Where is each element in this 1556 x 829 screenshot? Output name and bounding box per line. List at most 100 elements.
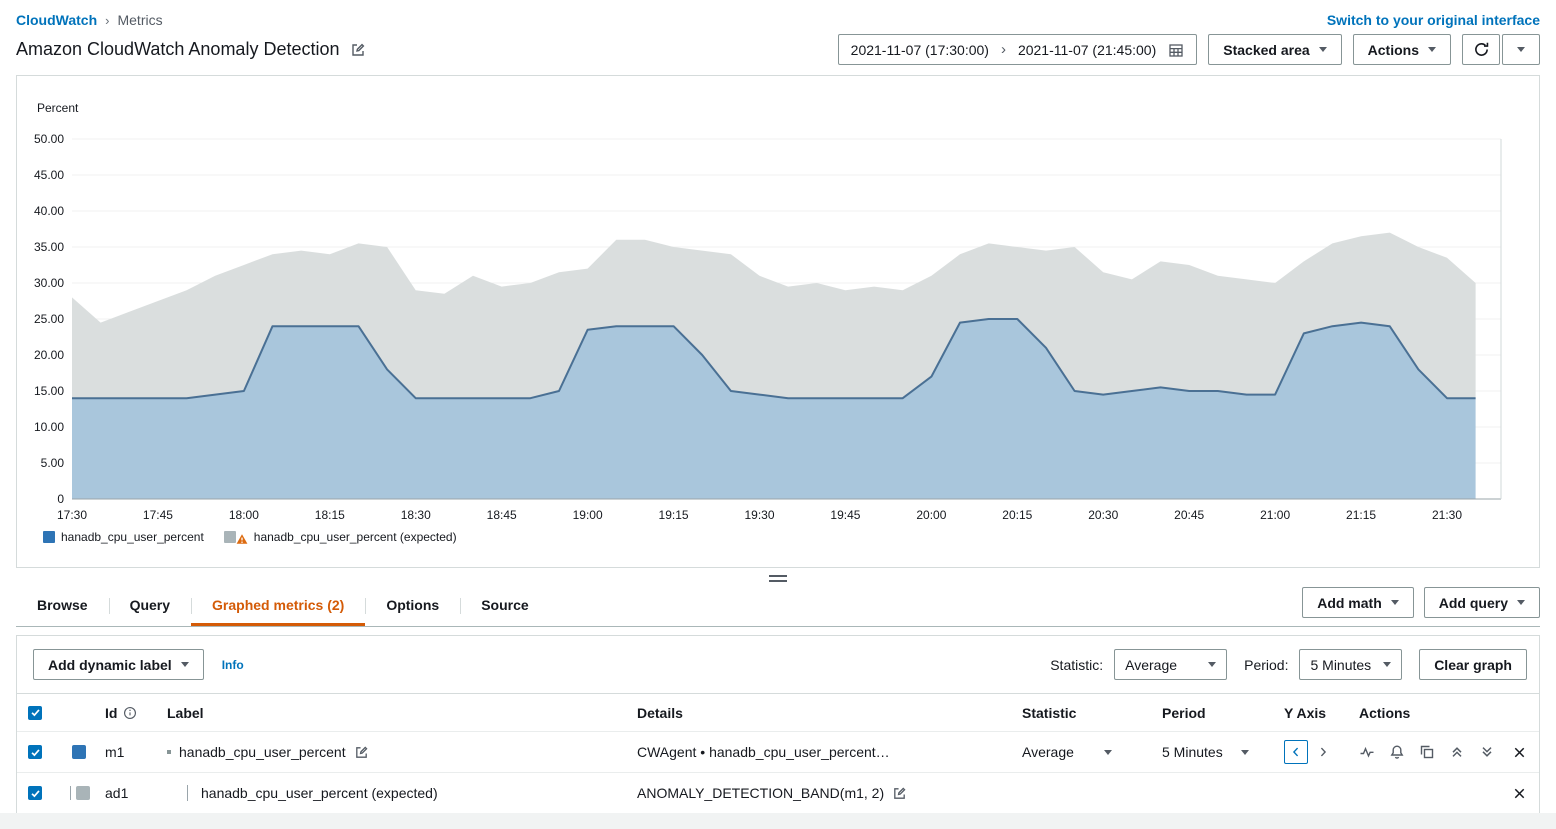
duplicate-icon[interactable] bbox=[1419, 744, 1435, 760]
legend-swatch-actual bbox=[43, 531, 55, 543]
date-range-chevron-icon: › bbox=[1001, 41, 1006, 58]
add-query-dropdown[interactable]: Add query bbox=[1424, 587, 1540, 618]
date-start: 2021-11-07 (17:30:00) bbox=[851, 42, 989, 58]
tab-graphed-metrics[interactable]: Graphed metrics (2) bbox=[191, 585, 365, 626]
add-dynamic-label-text: Add dynamic label bbox=[48, 657, 172, 673]
edit-label-icon[interactable] bbox=[354, 745, 369, 760]
refresh-button[interactable] bbox=[1462, 34, 1500, 65]
svg-text:17:45: 17:45 bbox=[143, 508, 173, 522]
header-details: Details bbox=[637, 705, 1022, 721]
chart-type-dropdown[interactable]: Stacked area bbox=[1208, 34, 1341, 65]
add-math-label: Add math bbox=[1317, 595, 1382, 611]
sparkline-icon[interactable] bbox=[1359, 744, 1375, 760]
svg-text:18:00: 18:00 bbox=[229, 508, 259, 522]
date-range-picker[interactable]: 2021-11-07 (17:30:00) › 2021-11-07 (21:4… bbox=[838, 34, 1198, 65]
chevron-down-icon bbox=[1517, 47, 1525, 52]
svg-text:19:30: 19:30 bbox=[744, 508, 774, 522]
tab-browse[interactable]: Browse bbox=[16, 585, 109, 626]
remove-metric-icon[interactable] bbox=[1512, 786, 1527, 801]
chevron-down-icon bbox=[1104, 750, 1112, 755]
info-link[interactable]: Info bbox=[222, 658, 244, 672]
svg-text:18:45: 18:45 bbox=[487, 508, 517, 522]
svg-text:45.00: 45.00 bbox=[34, 168, 64, 182]
metric-color-swatch[interactable] bbox=[76, 786, 90, 800]
svg-text:Percent: Percent bbox=[37, 101, 79, 115]
row-m1-id: m1 bbox=[105, 744, 167, 760]
row-m1-checkbox[interactable] bbox=[28, 745, 42, 759]
move-up-icon[interactable] bbox=[1449, 744, 1465, 760]
tree-connector bbox=[187, 785, 196, 801]
svg-text:20:30: 20:30 bbox=[1088, 508, 1118, 522]
svg-text:50.00: 50.00 bbox=[34, 132, 64, 146]
tree-root-marker bbox=[167, 750, 171, 754]
svg-text:20.00: 20.00 bbox=[34, 348, 64, 362]
edit-expression-icon[interactable] bbox=[892, 786, 907, 801]
switch-interface-link[interactable]: Switch to your original interface bbox=[1327, 12, 1540, 28]
table-row-ad1: ad1 hanadb_cpu_user_percent (expected) A… bbox=[17, 772, 1539, 813]
edit-title-icon[interactable] bbox=[350, 42, 366, 58]
header-period: Period bbox=[1162, 705, 1284, 721]
chevron-down-icon bbox=[1383, 662, 1391, 667]
page-title: Amazon CloudWatch Anomaly Detection bbox=[16, 39, 340, 60]
tab-query[interactable]: Query bbox=[109, 585, 191, 626]
resize-handle[interactable] bbox=[0, 568, 1556, 585]
breadcrumb-cloudwatch-link[interactable]: CloudWatch bbox=[16, 12, 97, 28]
svg-text:19:15: 19:15 bbox=[659, 508, 689, 522]
header-y-axis: Y Axis bbox=[1284, 705, 1359, 721]
svg-text:18:30: 18:30 bbox=[401, 508, 431, 522]
row-m1-period-select[interactable]: 5 Minutes bbox=[1162, 744, 1284, 760]
clear-graph-label: Clear graph bbox=[1434, 657, 1512, 673]
details-namespace: CWAgent • bbox=[637, 744, 709, 760]
statistic-value: Average bbox=[1125, 657, 1177, 673]
row-m1-period-value: 5 Minutes bbox=[1162, 744, 1223, 760]
legend-label-expected: hanadb_cpu_user_percent (expected) bbox=[254, 530, 457, 544]
statistic-select[interactable]: Average bbox=[1114, 649, 1227, 680]
add-math-dropdown[interactable]: Add math bbox=[1302, 587, 1414, 618]
breadcrumb: CloudWatch › Metrics bbox=[16, 12, 163, 28]
remove-metric-icon[interactable] bbox=[1512, 745, 1527, 760]
y-axis-right-button[interactable] bbox=[1311, 740, 1335, 764]
actions-dropdown[interactable]: Actions bbox=[1353, 34, 1451, 65]
svg-text:15.00: 15.00 bbox=[34, 384, 64, 398]
metrics-toolbar: Add dynamic label Info Statistic: Averag… bbox=[17, 636, 1539, 693]
breadcrumb-chevron-icon: › bbox=[105, 13, 109, 28]
header-actions: Actions bbox=[1359, 705, 1539, 721]
legend-item-expected[interactable]: hanadb_cpu_user_percent (expected) bbox=[224, 529, 457, 545]
row-ad1-checkbox[interactable] bbox=[28, 786, 42, 800]
period-value: 5 Minutes bbox=[1310, 657, 1371, 673]
tab-options[interactable]: Options bbox=[365, 585, 460, 626]
svg-text:19:00: 19:00 bbox=[573, 508, 603, 522]
clear-graph-button[interactable]: Clear graph bbox=[1419, 649, 1527, 680]
title-row: Amazon CloudWatch Anomaly Detection 2021… bbox=[0, 30, 1556, 75]
add-dynamic-label-dropdown[interactable]: Add dynamic label bbox=[33, 649, 204, 680]
chevron-down-icon bbox=[1428, 47, 1436, 52]
y-axis-left-button[interactable] bbox=[1284, 740, 1308, 764]
svg-text:0: 0 bbox=[57, 492, 64, 506]
move-down-icon[interactable] bbox=[1479, 744, 1495, 760]
row-m1-statistic-select[interactable]: Average bbox=[1022, 744, 1162, 760]
legend-item-actual[interactable]: hanadb_cpu_user_percent bbox=[43, 530, 204, 544]
add-query-label: Add query bbox=[1439, 595, 1508, 611]
actions-label: Actions bbox=[1368, 42, 1419, 58]
details-metric-name[interactable]: hanadb_cpu_user_percent… bbox=[709, 744, 890, 760]
tabs-row: Browse Query Graphed metrics (2) Options… bbox=[16, 585, 1540, 627]
anomaly-detection-chart[interactable]: 50.0045.0040.0035.0030.0025.0020.0015.00… bbox=[17, 76, 1539, 524]
svg-text:21:00: 21:00 bbox=[1260, 508, 1290, 522]
chevron-down-icon bbox=[1208, 662, 1216, 667]
info-icon[interactable] bbox=[123, 706, 137, 720]
row-ad1-details: ANOMALY_DETECTION_BAND(m1, 2) bbox=[637, 785, 1022, 801]
refresh-interval-dropdown[interactable] bbox=[1502, 34, 1540, 65]
svg-text:5.00: 5.00 bbox=[41, 456, 65, 470]
metric-color-swatch[interactable] bbox=[72, 745, 86, 759]
row-m1-details[interactable]: CWAgent • hanadb_cpu_user_percent… bbox=[637, 744, 1022, 760]
row-m1-label: hanadb_cpu_user_percent bbox=[179, 744, 346, 760]
svg-text:20:00: 20:00 bbox=[916, 508, 946, 522]
select-all-checkbox[interactable] bbox=[28, 706, 42, 720]
period-select[interactable]: 5 Minutes bbox=[1299, 649, 1402, 680]
svg-text:25.00: 25.00 bbox=[34, 312, 64, 326]
alarm-bell-icon[interactable] bbox=[1389, 744, 1405, 760]
chevron-down-icon bbox=[1241, 750, 1249, 755]
table-row-m1: m1 hanadb_cpu_user_percent CWAgent • han… bbox=[17, 731, 1539, 772]
tab-source[interactable]: Source bbox=[460, 585, 549, 626]
svg-text:35.00: 35.00 bbox=[34, 240, 64, 254]
